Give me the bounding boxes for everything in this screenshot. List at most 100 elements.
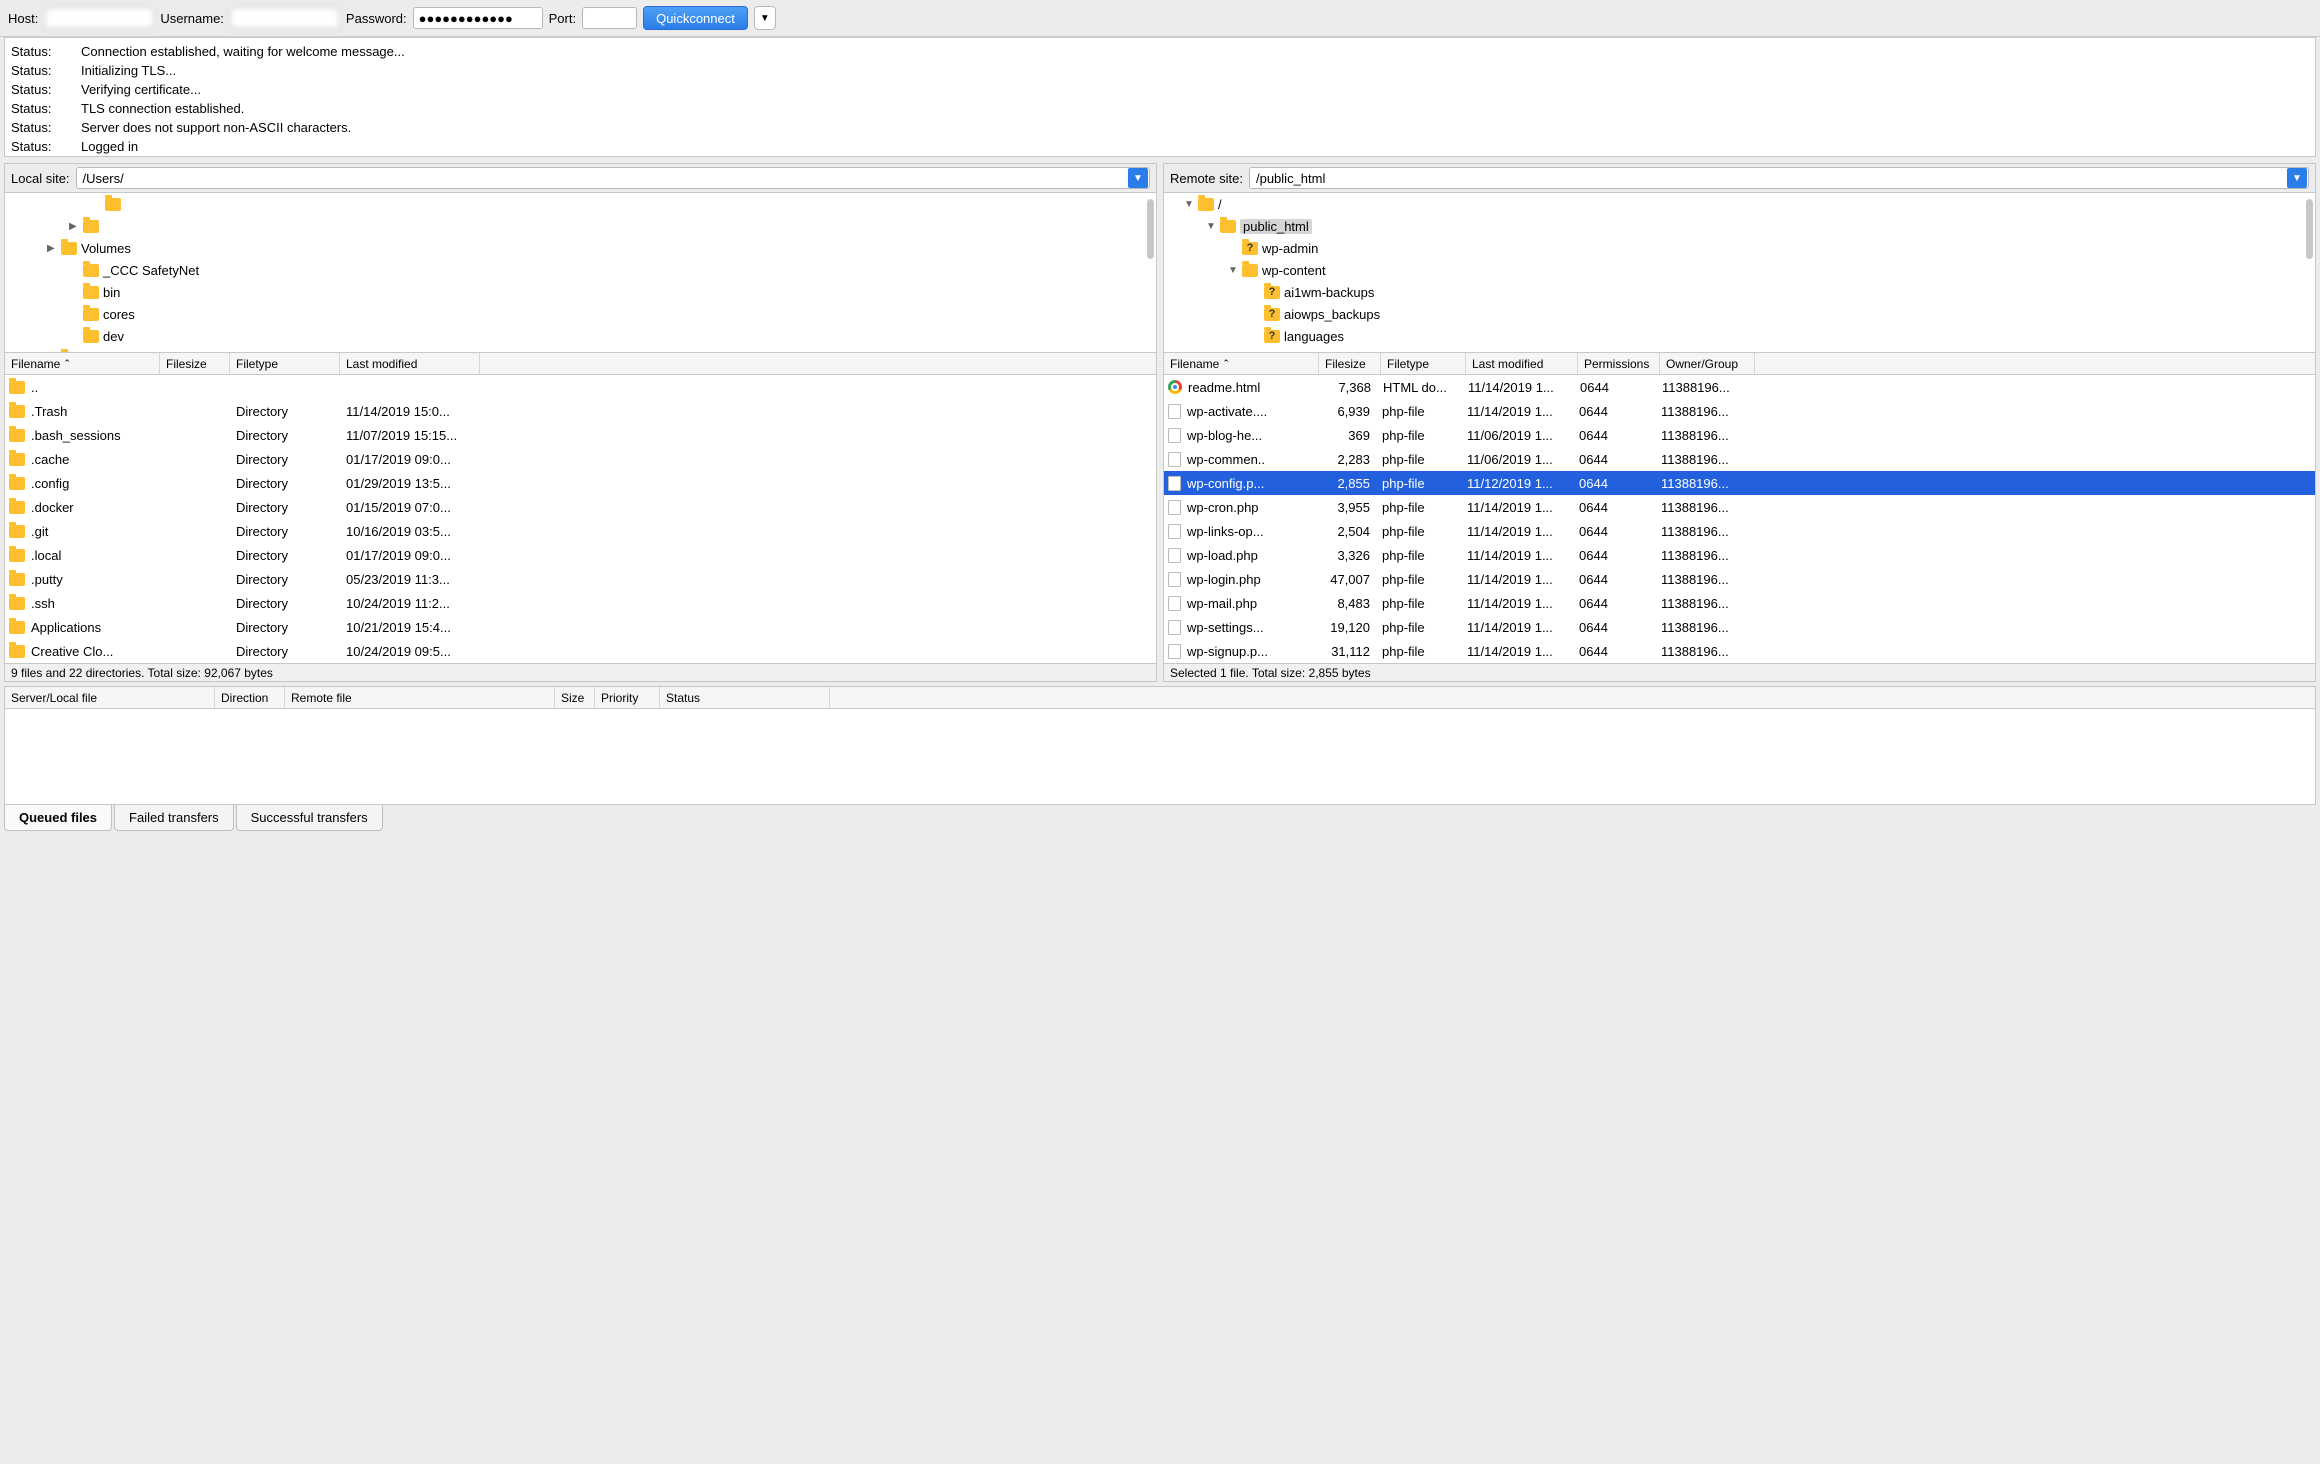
col-filename[interactable]: Filename⌃ [1164, 353, 1319, 374]
file-row[interactable]: wp-activate....6,939php-file11/14/2019 1… [1164, 399, 2315, 423]
col-filename[interactable]: Filename⌃ [5, 353, 160, 374]
remote-tree[interactable]: ▼/▼public_html?wp-admin▼wp-content?ai1wm… [1164, 193, 2315, 353]
tab-queued-files[interactable]: Queued files [4, 805, 112, 831]
username-input[interactable] [230, 7, 340, 29]
tree-item[interactable]: bin [5, 281, 1156, 303]
disclosure-icon[interactable]: ▼ [1228, 265, 1238, 276]
file-row[interactable]: .dockerDirectory01/15/2019 07:0... [5, 495, 1156, 519]
file-row[interactable]: wp-login.php47,007php-file11/14/2019 1..… [1164, 567, 2315, 591]
file-row[interactable]: wp-load.php3,326php-file11/14/2019 1...0… [1164, 543, 2315, 567]
tree-item[interactable]: ?languages [1164, 325, 2315, 347]
local-status: 9 files and 22 directories. Total size: … [5, 663, 1156, 681]
tree-item[interactable]: ▶redacted folder [5, 215, 1156, 237]
file-row[interactable]: ApplicationsDirectory10/21/2019 15:4... [5, 615, 1156, 639]
file-row[interactable]: .localDirectory01/17/2019 09:0... [5, 543, 1156, 567]
disclosure-icon[interactable]: ▶ [69, 221, 79, 232]
cell-filesize: 3,326 [1314, 548, 1376, 563]
folder-icon [83, 286, 99, 299]
col-remote-file[interactable]: Remote file [285, 687, 555, 708]
file-row[interactable]: .puttyDirectory05/23/2019 11:3... [5, 567, 1156, 591]
file-row[interactable]: .cacheDirectory01/17/2019 09:0... [5, 447, 1156, 471]
folder-icon [83, 264, 99, 277]
remote-path-dropdown[interactable]: ▼ [2287, 168, 2307, 188]
cell-filesize: 2,855 [1314, 476, 1376, 491]
remote-path-input[interactable] [1250, 170, 2287, 187]
tree-item[interactable]: _CCC SafetyNet [5, 259, 1156, 281]
file-row[interactable]: Creative Clo...Directory10/24/2019 09:5.… [5, 639, 1156, 663]
cell-filetype: Directory [230, 548, 340, 563]
remote-list-header[interactable]: Filename⌃ Filesize Filetype Last modifie… [1164, 353, 2315, 375]
tree-label: public_html [1240, 219, 1312, 234]
file-row[interactable]: .TrashDirectory11/14/2019 15:0... [5, 399, 1156, 423]
col-size[interactable]: Size [555, 687, 595, 708]
remote-file-list[interactable]: readme.html7,368HTML do...11/14/2019 1..… [1164, 375, 2315, 663]
file-row[interactable]: wp-mail.php8,483php-file11/14/2019 1...0… [1164, 591, 2315, 615]
file-row[interactable]: wp-settings...19,120php-file11/14/2019 1… [1164, 615, 2315, 639]
quickconnect-dropdown[interactable]: ▼ [754, 6, 776, 30]
col-filesize[interactable]: Filesize [160, 353, 230, 374]
tree-item[interactable]: ▶Volumes [5, 237, 1156, 259]
tree-item[interactable]: ?ai1wm-backups [1164, 281, 2315, 303]
col-filetype[interactable]: Filetype [1381, 353, 1466, 374]
local-file-list[interactable]: ...TrashDirectory11/14/2019 15:0....bash… [5, 375, 1156, 663]
tab-failed-transfers[interactable]: Failed transfers [114, 805, 234, 831]
disclosure-icon[interactable]: ▶ [47, 243, 57, 254]
tree-item[interactable]: redacted folder [5, 193, 1156, 215]
tree-item[interactable]: ?aiowps_backups [1164, 303, 2315, 325]
file-row[interactable]: .bash_sessionsDirectory11/07/2019 15:15.… [5, 423, 1156, 447]
col-last-modified[interactable]: Last modified [1466, 353, 1578, 374]
port-input[interactable] [582, 7, 637, 29]
tab-successful-transfers[interactable]: Successful transfers [236, 805, 383, 831]
file-row[interactable]: wp-blog-he...369php-file11/06/2019 1...0… [1164, 423, 2315, 447]
col-owner-group[interactable]: Owner/Group [1660, 353, 1755, 374]
folder-icon [9, 573, 25, 586]
host-input[interactable] [44, 7, 154, 29]
scrollbar[interactable] [1147, 199, 1154, 259]
file-row[interactable]: wp-commen..2,283php-file11/06/2019 1...0… [1164, 447, 2315, 471]
file-row[interactable]: .sshDirectory10/24/2019 11:2... [5, 591, 1156, 615]
local-list-header[interactable]: Filename⌃ Filesize Filetype Last modifie… [5, 353, 1156, 375]
local-site-label: Local site: [11, 171, 70, 186]
cell-filename: wp-login.php [1181, 572, 1314, 587]
file-row[interactable]: wp-signup.p...31,112php-file11/14/2019 1… [1164, 639, 2315, 663]
tree-item[interactable]: ▼ public_html [1164, 215, 2315, 237]
col-filesize[interactable]: Filesize [1319, 353, 1381, 374]
disclosure-icon[interactable]: ▼ [1206, 221, 1216, 232]
folder-icon [9, 477, 25, 490]
local-tree[interactable]: redacted folder▶redacted folder▶Volumes_… [5, 193, 1156, 353]
tree-item[interactable]: ?wp-admin [1164, 237, 2315, 259]
disclosure-icon[interactable]: ▶ [47, 353, 57, 354]
scrollbar[interactable] [2306, 199, 2313, 259]
tree-item[interactable]: ▼/ [1164, 193, 2315, 215]
col-priority[interactable]: Priority [595, 687, 660, 708]
local-path-dropdown[interactable]: ▼ [1128, 168, 1148, 188]
col-status[interactable]: Status [660, 687, 830, 708]
col-direction[interactable]: Direction [215, 687, 285, 708]
queue-header[interactable]: Server/Local file Direction Remote file … [5, 687, 2315, 709]
col-filetype[interactable]: Filetype [230, 353, 340, 374]
log-pane[interactable]: Status:Connection established, waiting f… [4, 37, 2316, 157]
file-row[interactable]: wp-config.p...2,855php-file11/12/2019 1.… [1164, 471, 2315, 495]
tree-item[interactable]: ▶etc [5, 347, 1156, 353]
col-server-local-file[interactable]: Server/Local file [5, 687, 215, 708]
file-row[interactable]: wp-links-op...2,504php-file11/14/2019 1.… [1164, 519, 2315, 543]
quickconnect-button[interactable]: Quickconnect [643, 6, 748, 30]
disclosure-icon[interactable]: ▼ [1184, 199, 1194, 210]
password-input[interactable] [413, 7, 543, 29]
queue-body[interactable] [5, 709, 2315, 804]
cell-owner-group: 11388196... [1655, 620, 1750, 635]
col-permissions[interactable]: Permissions [1578, 353, 1660, 374]
tree-item[interactable]: ▼wp-content [1164, 259, 2315, 281]
col-last-modified[interactable]: Last modified [340, 353, 480, 374]
tree-item[interactable]: cores [5, 303, 1156, 325]
file-row[interactable]: readme.html7,368HTML do...11/14/2019 1..… [1164, 375, 2315, 399]
local-path-input[interactable] [124, 170, 1128, 187]
file-row[interactable]: .gitDirectory10/16/2019 03:5... [5, 519, 1156, 543]
file-icon [1168, 596, 1181, 611]
username-label: Username: [160, 11, 224, 26]
file-row[interactable]: .configDirectory01/29/2019 13:5... [5, 471, 1156, 495]
cell-permissions: 0644 [1573, 500, 1655, 515]
file-row[interactable]: .. [5, 375, 1156, 399]
tree-item[interactable]: dev [5, 325, 1156, 347]
file-row[interactable]: wp-cron.php3,955php-file11/14/2019 1...0… [1164, 495, 2315, 519]
